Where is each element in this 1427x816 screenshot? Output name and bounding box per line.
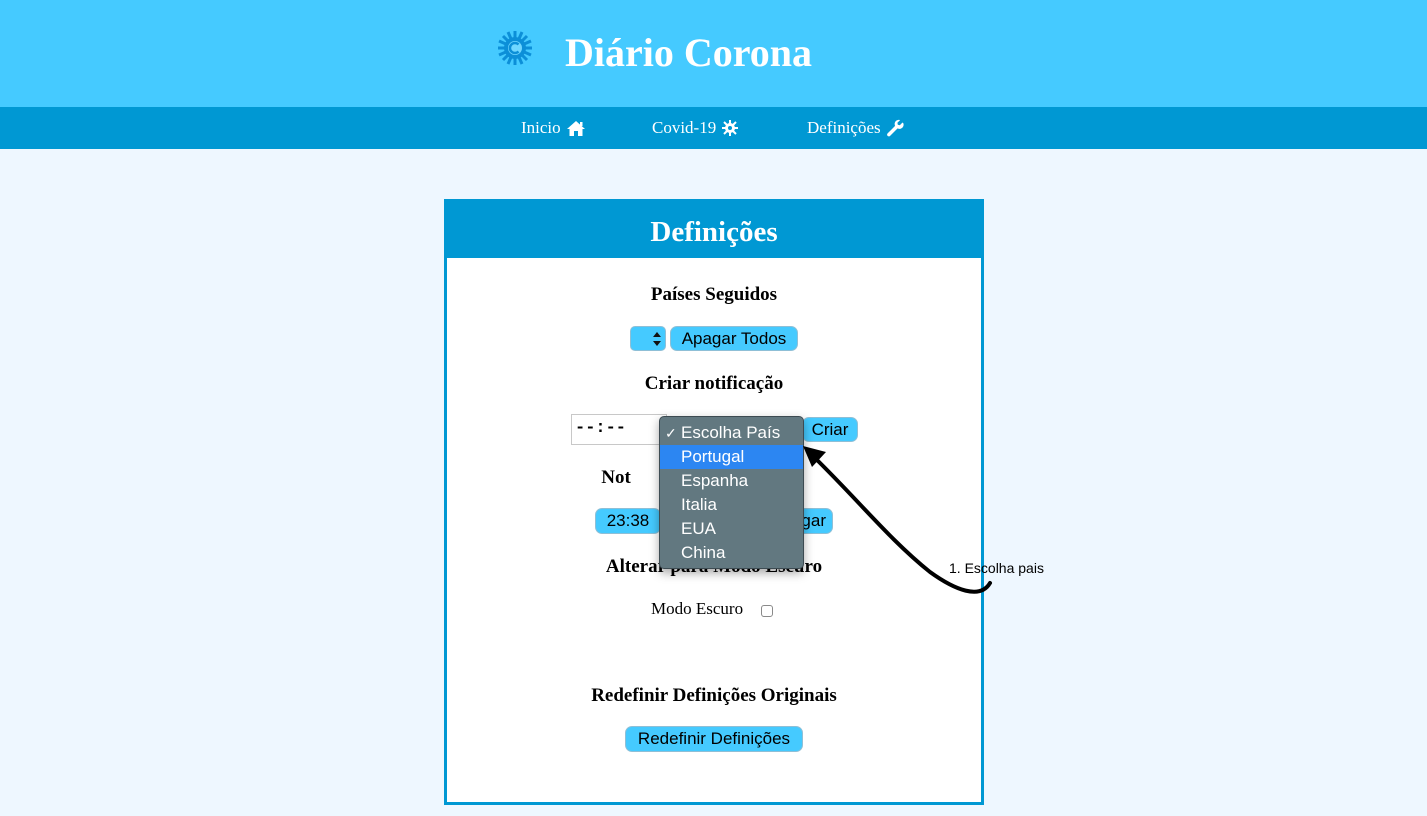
annotation-arrow-icon — [803, 446, 992, 594]
